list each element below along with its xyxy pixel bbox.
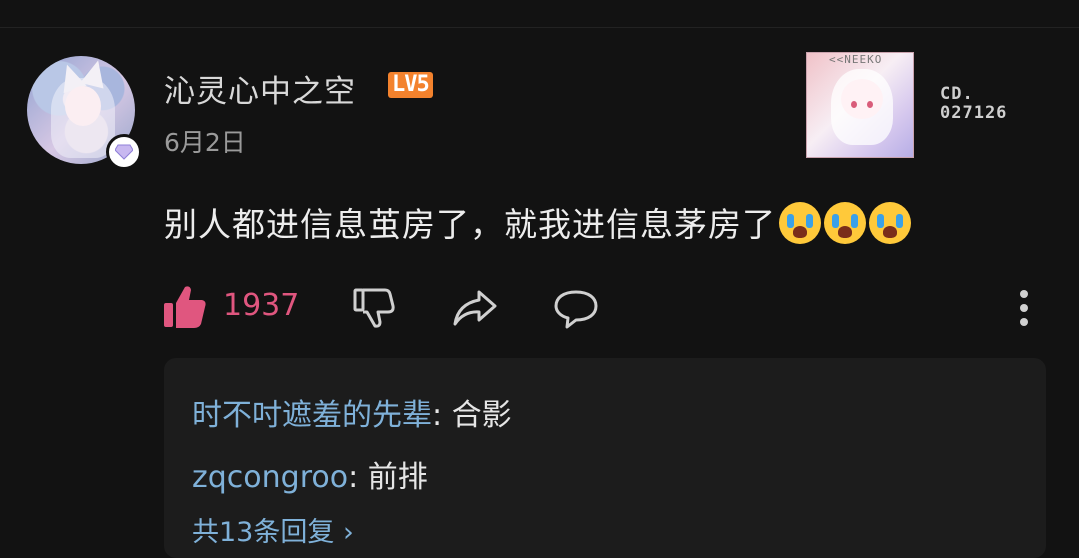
fan-decoration-card[interactable]: <<NEEKO: [806, 52, 914, 158]
decoration-code: CD. 027126: [940, 84, 1008, 123]
crying-face-icon: [869, 202, 911, 244]
comment-date: 6月2日: [164, 128, 246, 157]
comment-body: 别人都进信息茧房了，就我进信息茅房了: [164, 205, 776, 244]
diamond-badge-icon: [106, 134, 142, 170]
thumbs-down-icon: [353, 288, 395, 328]
crying-face-icon: [824, 202, 866, 244]
reply-author[interactable]: zqcongroo: [192, 460, 348, 495]
comment-text: 别人都进信息茧房了，就我进信息茅房了: [164, 198, 911, 246]
top-divider: [0, 27, 1079, 28]
replies-preview[interactable]: 时不吋遮羞的先辈: 合影 zqcongroo: 前排 共13条回复 ›: [164, 358, 1046, 558]
comment-bubble-icon: [554, 290, 598, 329]
username[interactable]: 沁灵心中之空: [164, 66, 356, 111]
reply-button[interactable]: [553, 288, 599, 330]
like-count: 1937: [223, 288, 300, 323]
view-all-replies-link[interactable]: 共13条回复 ›: [192, 510, 354, 549]
reply-item[interactable]: zqcongroo: 前排: [192, 452, 428, 496]
dislike-button[interactable]: [352, 286, 396, 330]
reply-text: 前排: [367, 460, 428, 495]
level-badge: LV5: [388, 72, 433, 98]
reply-author[interactable]: 时不吋遮羞的先辈: [192, 398, 432, 433]
reply-item[interactable]: 时不吋遮羞的先辈: 合影: [192, 390, 512, 434]
share-button[interactable]: [452, 288, 498, 328]
decoration-label: <<NEEKO: [829, 53, 883, 66]
like-button[interactable]: [163, 284, 207, 330]
share-arrow-icon: [453, 290, 497, 326]
thumbs-up-icon: [164, 286, 206, 328]
reply-text: 合影: [451, 398, 512, 433]
more-options-icon[interactable]: [1012, 288, 1036, 330]
crying-face-icon: [779, 202, 821, 244]
